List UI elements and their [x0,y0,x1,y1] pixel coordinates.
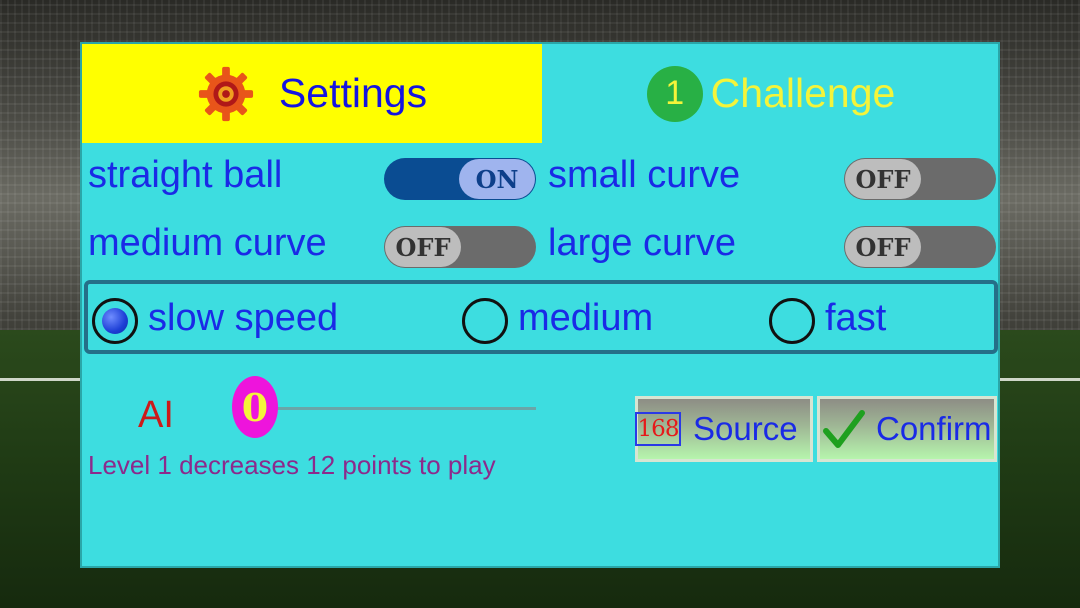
ai-level-label: AI [138,394,174,436]
medium-curve-label: medium curve [88,222,327,264]
toggle-knob: OFF [845,227,921,267]
ai-level-slider-track[interactable] [254,407,536,410]
straight-ball-label: straight ball [88,154,283,196]
medium-curve-toggle[interactable]: OFF [384,226,536,268]
large-curve-toggle[interactable]: OFF [844,226,996,268]
small-curve-label: small curve [548,154,741,196]
small-curve-toggle[interactable]: OFF [844,158,996,200]
tab-challenge[interactable]: 1 Challenge [542,44,1000,143]
large-curve-label: large curve [548,222,736,264]
tab-settings-label: Settings [278,70,428,116]
tab-settings[interactable]: Settings [82,44,542,143]
toggle-knob: OFF [385,227,461,267]
challenge-count-badge: 1 [646,65,703,122]
toggle-knob: ON [459,159,535,199]
radio-slow-speed[interactable] [92,298,138,344]
radio-slow-speed-label[interactable]: slow speed [148,299,338,337]
source-button[interactable]: 168 Source [635,396,813,462]
straight-ball-toggle[interactable]: ON [384,158,536,200]
speed-radio-group: slow speed medium fast [84,280,998,354]
settings-dialog: Settings 1 Challenge straight ball ON sm… [80,42,1000,568]
ai-level-slider-thumb[interactable]: 0 [232,376,278,438]
gear-icon [198,66,253,121]
pitch-line [995,378,1080,381]
radio-medium-label[interactable]: medium [518,299,653,337]
toggle-knob: OFF [845,159,921,199]
confirm-button[interactable]: Confirm [817,396,997,462]
ai-level-info: Level 1 decreases 12 points to play [88,450,496,480]
source-icon: 168 [635,412,681,446]
tab-challenge-label: Challenge [710,70,896,116]
radio-fast-label[interactable]: fast [825,299,886,337]
confirm-button-label: Confirm [876,410,992,447]
checkmark-icon [823,410,865,448]
radio-medium[interactable] [462,298,508,344]
pitch-line [0,378,85,381]
source-button-label: Source [693,410,798,447]
radio-fast[interactable] [769,298,815,344]
